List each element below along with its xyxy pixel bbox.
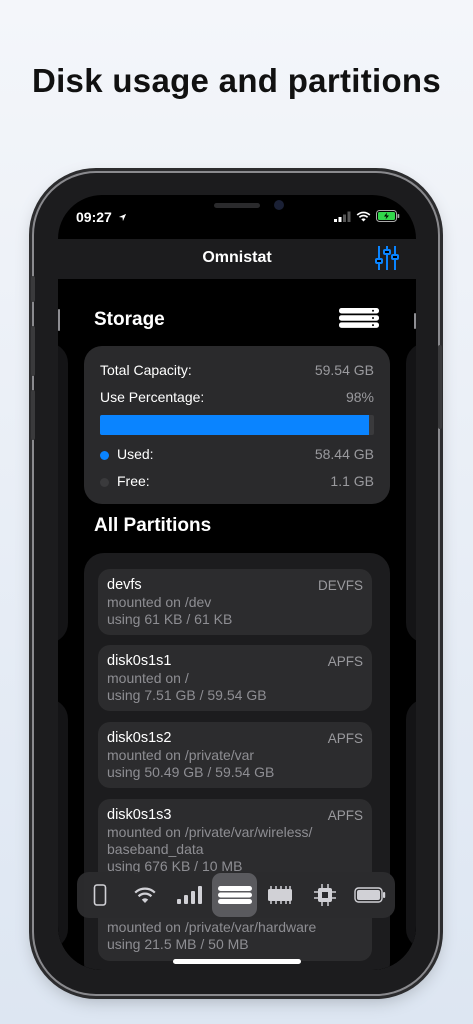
used-label: Used: <box>117 446 154 462</box>
usage-bar-fill <box>100 415 369 435</box>
partition-mount: mounted on /dev <box>107 594 212 610</box>
total-capacity-label: Total Capacity: <box>100 362 192 378</box>
use-percentage-row: Use Percentage: 98% <box>100 389 374 405</box>
tab-cpu[interactable] <box>302 873 347 917</box>
total-capacity-value: 59.54 GB <box>314 362 374 378</box>
used-dot <box>100 450 109 460</box>
battery-icon <box>353 887 385 903</box>
partition-name: disk0s1s1 <box>107 653 172 669</box>
tab-bar <box>77 872 395 918</box>
tab-memory[interactable] <box>257 873 302 917</box>
use-percentage-value: 98% <box>345 389 374 405</box>
memory-icon <box>267 886 292 904</box>
cellular-icon <box>176 886 202 904</box>
partition-name: disk0s1s3 <box>107 807 172 823</box>
notch <box>150 195 324 223</box>
nav-title: Omnistat <box>202 249 272 266</box>
partitions-title: All Partitions <box>94 515 212 536</box>
storage-card: Total Capacity: 59.54 GB Use Percentage:… <box>84 346 390 504</box>
tab-storage[interactable] <box>212 873 257 917</box>
tab-device[interactable] <box>77 873 122 917</box>
battery-status-icon <box>376 210 400 222</box>
partition-fs: APFS <box>327 731 363 746</box>
storage-icon <box>339 308 379 328</box>
usage-bar <box>100 415 374 435</box>
side-card-left-2 <box>58 699 68 949</box>
partition-usage: using 21.5 MB / 50 MB <box>107 936 249 952</box>
partition-mount: mounted on /private/var/wireless/ <box>107 824 313 840</box>
free-label: Free: <box>117 473 150 489</box>
tab-wifi[interactable] <box>122 873 167 917</box>
partition-usage: using 61 KB / 61 KB <box>107 611 233 627</box>
partition-mount-cont: baseband_data <box>107 841 204 857</box>
scroll-hint-right <box>414 313 416 329</box>
volume-down-button <box>31 390 35 440</box>
status-time: 09:27 <box>76 209 127 225</box>
free-row: Free: 1.1 GB <box>100 473 374 489</box>
partition-fs: APFS <box>327 808 363 823</box>
screen: 09:27 Omnistat Storage Total Capacity: 5… <box>58 195 416 970</box>
used-value: 58.44 GB <box>314 446 374 462</box>
settings-button[interactable] <box>372 243 402 273</box>
phone-icon <box>93 884 106 906</box>
partition-usage: using 7.51 GB / 59.54 GB <box>107 687 267 703</box>
storage-icon <box>217 886 252 904</box>
volume-up-button <box>31 326 35 376</box>
used-row: Used: 58.44 GB <box>100 446 374 462</box>
wifi-icon <box>133 887 156 903</box>
side-card-right-2 <box>406 699 416 949</box>
signal-icon <box>334 211 351 222</box>
partition-mount: mounted on /private/var/hardware <box>107 919 317 935</box>
side-card-right <box>406 343 416 643</box>
partition-usage: using 50.49 GB / 59.54 GB <box>107 764 275 780</box>
storage-title: Storage <box>94 309 165 330</box>
cpu-icon <box>313 884 336 906</box>
free-dot <box>100 477 109 487</box>
location-icon <box>118 213 126 222</box>
power-button <box>438 345 442 429</box>
partition-mount: mounted on /private/var <box>107 747 255 763</box>
side-card-left <box>58 343 68 643</box>
total-capacity-row: Total Capacity: 59.54 GB <box>100 362 374 378</box>
partition-fs: DEVFS <box>317 578 363 593</box>
wifi-status-icon <box>356 211 371 221</box>
partition-fs: APFS <box>327 654 363 669</box>
tab-cellular[interactable] <box>167 873 212 917</box>
partition-item[interactable]: disk0s1s2 APFS mounted on /private/var u… <box>98 722 372 788</box>
content-area[interactable]: Storage Total Capacity: 59.54 GB Use Per… <box>58 279 416 970</box>
sliders-icon <box>375 246 399 270</box>
mute-switch <box>31 276 35 302</box>
use-percentage-label: Use Percentage: <box>100 389 205 405</box>
headline: Disk usage and partitions <box>31 62 442 99</box>
free-value: 1.1 GB <box>330 473 374 489</box>
partition-item[interactable]: disk0s1s1 APFS mounted on / using 7.51 G… <box>98 645 372 711</box>
partition-name: disk0s1s2 <box>107 730 172 746</box>
tab-battery[interactable] <box>347 873 392 917</box>
scroll-hint-left <box>58 309 60 331</box>
partition-mount: mounted on / <box>107 670 189 686</box>
partition-item[interactable]: devfs DEVFS mounted on /dev using 61 KB … <box>98 569 372 635</box>
home-indicator[interactable] <box>173 959 301 964</box>
navigation-bar: Omnistat <box>58 239 416 279</box>
